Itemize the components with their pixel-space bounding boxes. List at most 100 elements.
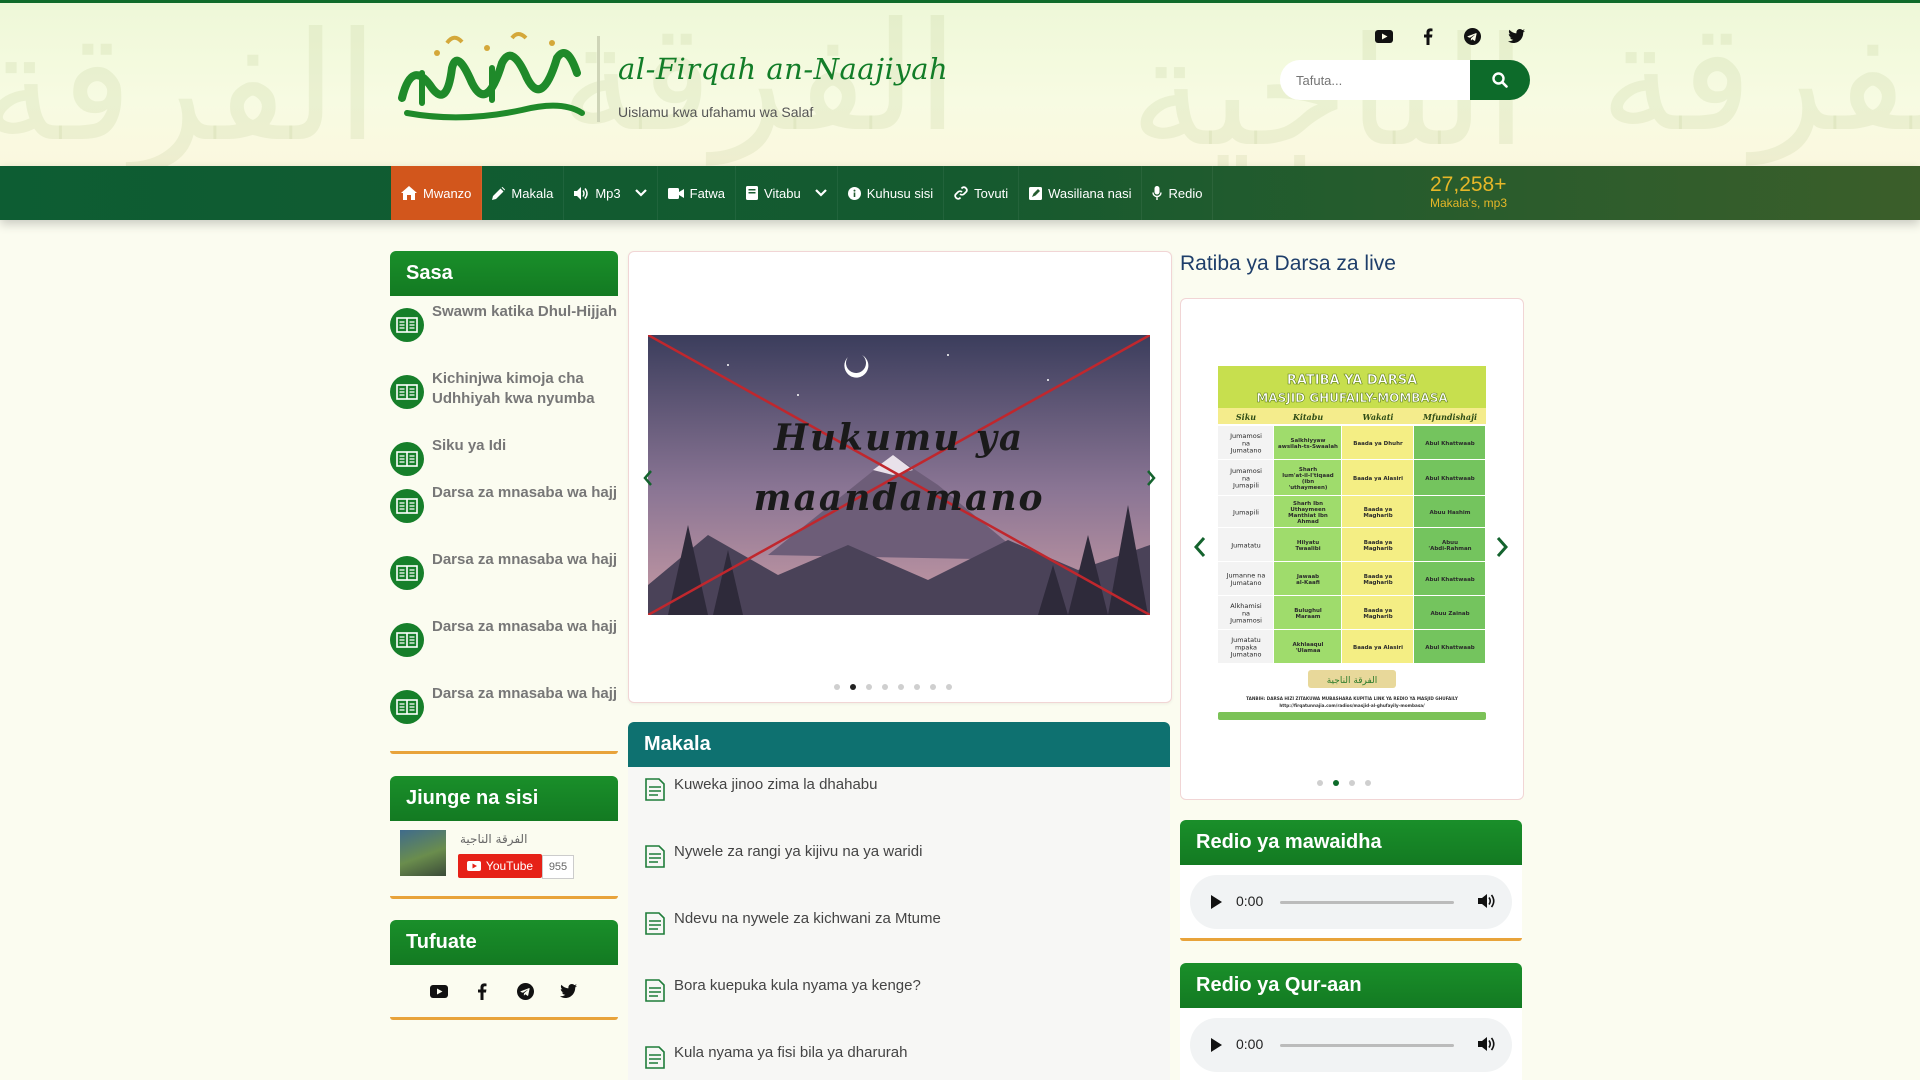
list-item[interactable]: Darsa za mnasaba wa hajj	[390, 617, 618, 657]
volume-icon[interactable]	[1478, 1036, 1496, 1052]
poster-heading: RATIBA YA DARSA	[1287, 373, 1417, 388]
list-item[interactable]: Swawm katika Dhul-Hijjah	[390, 302, 618, 342]
slider-prev-button[interactable]	[641, 468, 655, 488]
search-input[interactable]	[1280, 60, 1470, 100]
poster-cell-text: Baada ya Alasiri	[1353, 476, 1403, 482]
poster-cell-text: Twaalibi	[1295, 546, 1320, 552]
audio-progress-bar[interactable]	[1280, 901, 1454, 904]
widget-divider	[390, 1017, 618, 1020]
play-icon[interactable]	[1210, 895, 1222, 909]
nav-item-mwanzo[interactable]: Mwanzo	[391, 166, 483, 220]
list-item[interactable]: Bora kuepuka kula nyama ya kenge?	[644, 976, 921, 1002]
slider-dot-active[interactable]	[1333, 780, 1339, 786]
poster-cell-text: Magharib	[1363, 580, 1392, 586]
facebook-icon[interactable]	[473, 982, 491, 1000]
list-item[interactable]: Darsa za mnasaba wa hajj	[390, 684, 618, 724]
slider-dot[interactable]	[930, 684, 936, 690]
poster-cell-text: Jumapili	[1232, 508, 1259, 516]
contact-icon	[1029, 186, 1043, 200]
schedule-next-button[interactable]	[1495, 537, 1509, 557]
slider-next-button[interactable]	[1144, 468, 1158, 488]
slider-dot[interactable]	[1349, 780, 1355, 786]
widget-title-text: Sasa	[406, 262, 453, 284]
poster-cell-text: Jumamosi	[1229, 616, 1262, 624]
counter-label: Makala's, mp3	[1430, 196, 1507, 210]
telegram-icon[interactable]	[1460, 24, 1484, 48]
list-item[interactable]: Darsa za mnasaba wa hajj	[390, 483, 618, 523]
poster-cell-text: Magharib	[1363, 614, 1392, 620]
twitter-icon[interactable]	[559, 982, 577, 1000]
poster-cell-text: Magharib	[1363, 546, 1392, 552]
list-item[interactable]: Darsa za mnasaba wa hajj	[390, 550, 618, 590]
featured-slider: Hukumu ya maandamano	[628, 251, 1172, 703]
twitter-icon[interactable]	[1504, 24, 1528, 48]
youtube-icon[interactable]	[1372, 24, 1396, 48]
follow-widget-title: Tufuate	[390, 920, 618, 965]
telegram-icon[interactable]	[516, 982, 534, 1000]
nav-item-wasiliana[interactable]: Wasiliana nasi	[1019, 166, 1143, 220]
list-item[interactable]: Nywele za rangi ya kijivu na ya waridi	[644, 842, 922, 868]
volume-icon[interactable]	[1478, 893, 1496, 909]
slider-dot[interactable]	[914, 684, 920, 690]
youtube-subscribe-widget: الفرقة الناجية YouTube 955	[400, 830, 610, 882]
facebook-icon[interactable]	[1416, 24, 1440, 48]
list-item-label: Siku ya Idi	[432, 437, 507, 454]
slider-dot[interactable]	[898, 684, 904, 690]
schedule-prev-button[interactable]	[1193, 537, 1207, 557]
poster-cell-text: Abuu Hashim	[1429, 510, 1470, 516]
audio-progress-bar[interactable]	[1280, 1044, 1454, 1047]
poster-cell-text: Jumatano	[1230, 579, 1262, 587]
slider-dot[interactable]	[946, 684, 952, 690]
audio-time: 0:00	[1236, 1036, 1264, 1052]
search-button[interactable]	[1470, 60, 1530, 100]
poster-cell-text: Magharib	[1363, 513, 1392, 519]
slide-image[interactable]: Hukumu ya maandamano	[648, 335, 1150, 615]
book-open-icon	[390, 375, 424, 409]
poster-cell-text: 'Abdi-Rahman	[1428, 546, 1471, 552]
follow-social-links	[430, 982, 577, 1000]
slider-dot[interactable]	[1365, 780, 1371, 786]
channel-avatar[interactable]	[400, 830, 446, 876]
slide-title-line1: Hukumu ya	[773, 417, 1025, 459]
list-item[interactable]: Ndevu na nywele za kichwani za Mtume	[644, 909, 941, 935]
nav-item-redio[interactable]: Redio	[1142, 166, 1214, 220]
list-item[interactable]: Kuweka jinoo zima la dhahabu	[644, 775, 877, 801]
slider-dot[interactable]	[1317, 780, 1323, 786]
list-item-label: Darsa za mnasaba wa hajj	[432, 551, 618, 568]
home-icon	[401, 186, 417, 200]
search-form	[1280, 60, 1530, 100]
site-logo[interactable]	[392, 28, 592, 128]
site-title[interactable]: al-Firqah an-Naajiyah	[618, 52, 948, 86]
list-item-label: Bora kuepuka kula nyama ya kenge?	[674, 977, 921, 994]
book-icon	[746, 186, 759, 200]
nav-item-vitabu[interactable]: Vitabu	[736, 166, 838, 220]
youtube-icon[interactable]	[430, 982, 448, 1000]
play-icon[interactable]	[1210, 1038, 1222, 1052]
nav-item-fatwa[interactable]: Fatwa	[658, 166, 737, 220]
list-item[interactable]: Kichinjwa kimoja cha Udhhiyah kwa nyumba	[390, 369, 618, 409]
book-open-icon	[390, 442, 424, 476]
poster-footer-url: http://firqatunnajia.com/radios/masjid-a…	[1279, 703, 1425, 708]
nav-item-makala[interactable]: Makala	[482, 166, 565, 220]
youtube-subscribe-button[interactable]: YouTube	[458, 854, 542, 878]
subscribe-label: YouTube	[485, 859, 534, 873]
nav-label: Kuhusu sisi	[866, 185, 934, 201]
nav-item-kuhusu[interactable]: Kuhusu sisi	[838, 166, 945, 220]
channel-name[interactable]: الفرقة الناجية	[460, 832, 527, 846]
list-item-label: Kula nyama ya fisi bila ya dharurah	[674, 1044, 908, 1061]
list-item[interactable]: Kula nyama ya fisi bila ya dharurah	[644, 1043, 907, 1069]
audio-player: 0:00	[1190, 875, 1512, 929]
slider-dot[interactable]	[882, 684, 888, 690]
slider-pagination	[834, 684, 952, 690]
nav-item-tovuti[interactable]: Tovuti	[944, 166, 1020, 220]
list-item-label: Kuweka jinoo zima la dhahabu	[674, 776, 878, 793]
schedule-poster[interactable]: RATIBA YA DARSA MASJID GHUFAILY-MOMBASA Si…	[1218, 366, 1486, 742]
slider-dot-active[interactable]	[850, 684, 856, 690]
nav-item-mp3[interactable]: Mp3	[564, 166, 658, 220]
link-icon	[954, 186, 968, 200]
list-item[interactable]: Siku ya Idi	[390, 436, 618, 476]
slider-dot[interactable]	[866, 684, 872, 690]
poster-cell-text: 'Ulamaa	[1296, 648, 1321, 654]
slider-dot[interactable]	[834, 684, 840, 690]
header: الفرقة الفرقة الناجية الفرقة	[0, 3, 1920, 166]
